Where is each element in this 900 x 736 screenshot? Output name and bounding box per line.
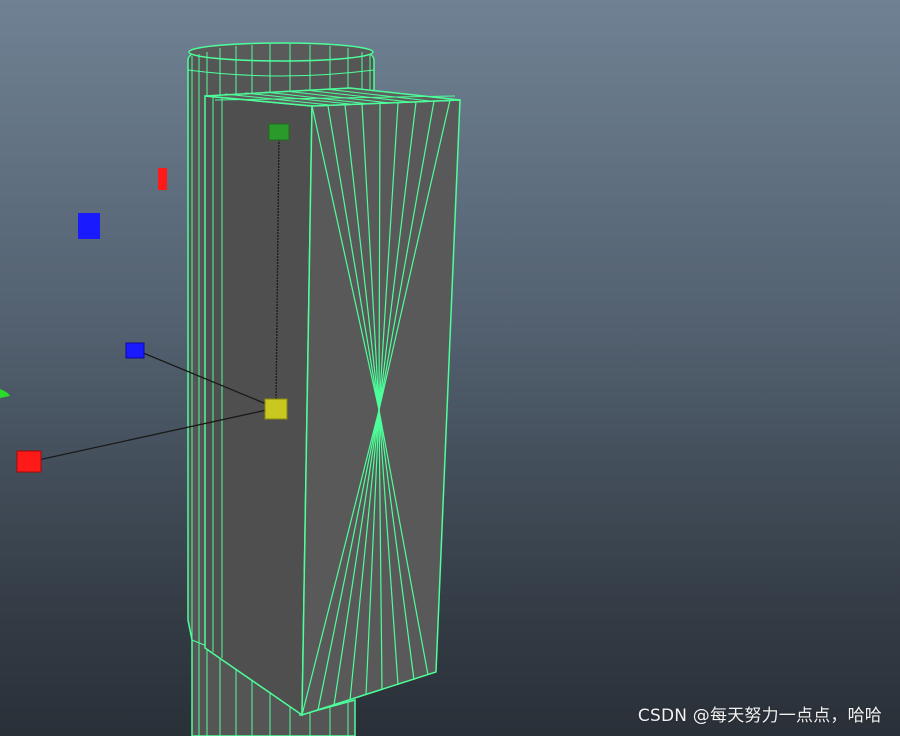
box-mesh[interactable] [204,87,461,717]
3d-viewport[interactable]: CSDN @每天努力一点点，哈哈 [0,0,900,736]
green-axis-handle-icon[interactable] [268,123,290,141]
green-arc-indicator-icon[interactable] [0,389,10,398]
box-left-face[interactable] [204,95,313,717]
watermark-text: CSDN @每天努力一点点，哈哈 [637,706,882,726]
red-axis-handle-icon[interactable] [16,450,42,473]
blue-axis-handle-icon[interactable] [125,342,145,359]
scene-canvas[interactable] [0,0,900,736]
cylinder-top-cap[interactable] [188,42,374,62]
red-plane-indicator-icon[interactable] [158,168,167,190]
blue-plane-indicator-icon[interactable] [78,213,100,239]
pivot-center-icon[interactable] [264,398,288,420]
